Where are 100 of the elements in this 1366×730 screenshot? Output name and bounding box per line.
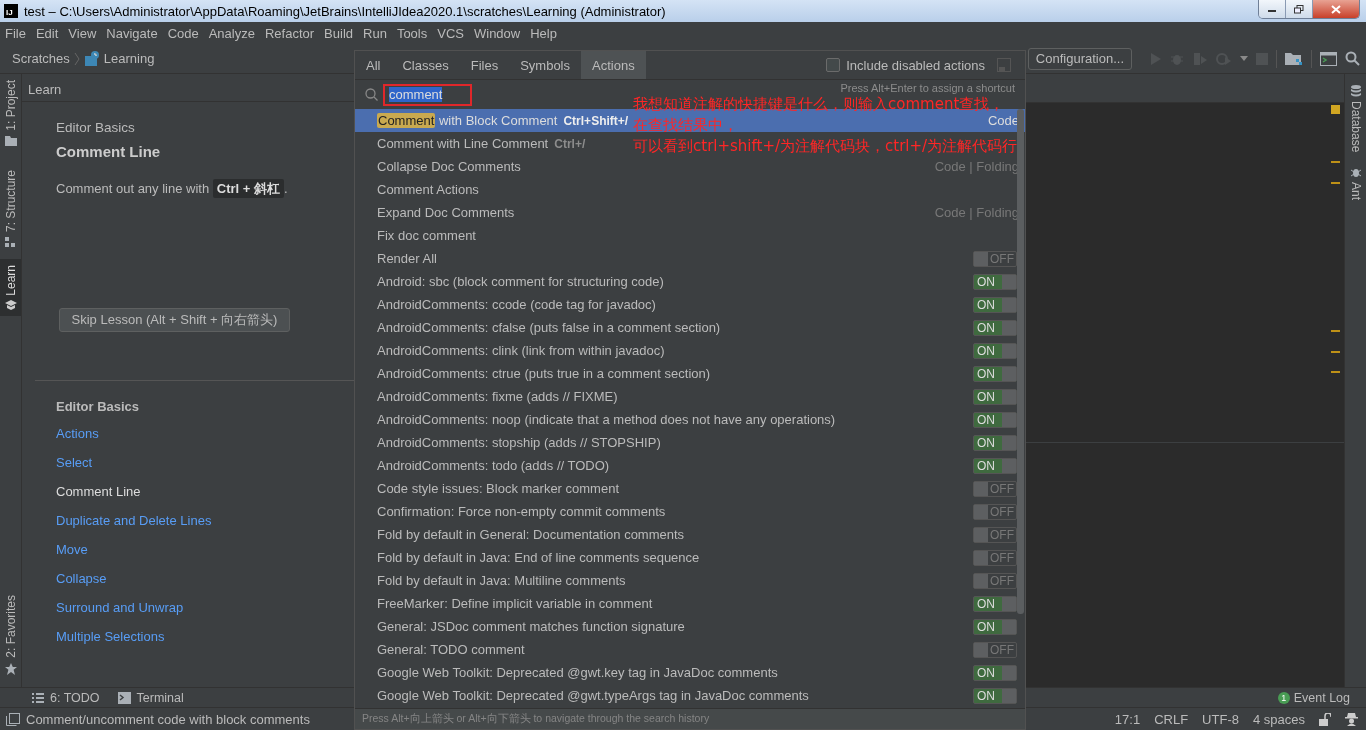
lesson-link[interactable]: Move bbox=[56, 542, 357, 571]
result-item[interactable]: AndroidComments: noop (indicate that a method does not have any operations) bbox=[377, 412, 836, 427]
frame-icon[interactable] bbox=[6, 712, 20, 726]
result-item[interactable]: AndroidComments: stopship (adds // STOPSHIP) bbox=[377, 435, 661, 450]
toggle-switch[interactable]: ON bbox=[973, 595, 1017, 612]
lesson-link[interactable]: Comment Line bbox=[56, 484, 357, 513]
menu-item[interactable]: Refactor bbox=[259, 25, 320, 41]
status-item[interactable]: 4 spaces bbox=[1252, 711, 1305, 727]
menu-item[interactable]: Build bbox=[319, 25, 358, 41]
minimize-button[interactable] bbox=[1259, 0, 1285, 18]
checkbox-label[interactable]: Include disabled actions bbox=[846, 57, 985, 73]
lesson-link[interactable]: Duplicate and Delete Lines bbox=[56, 513, 357, 542]
search-icon bbox=[365, 88, 378, 101]
result-item[interactable]: Fold by default in General: Documentation comments bbox=[377, 527, 685, 542]
toggle-switch[interactable]: ON bbox=[973, 411, 1017, 428]
tool-window-tab[interactable]: Ant bbox=[1348, 166, 1363, 201]
result-item[interactable]: Fix doc comment bbox=[377, 228, 476, 243]
notification-count: 1 bbox=[1277, 691, 1290, 704]
menu-item[interactable]: Run bbox=[358, 25, 392, 41]
menu-item[interactable]: Analyze bbox=[203, 25, 260, 41]
result-item[interactable]: AndroidComments: ctrue (puts true in a comment section) bbox=[377, 366, 711, 381]
lesson-link[interactable]: Select bbox=[56, 455, 357, 484]
run-configuration-dropdown[interactable]: Configuration... bbox=[1027, 47, 1132, 70]
tool-window-tab[interactable]: 7: Structure bbox=[0, 163, 21, 253]
menu-item[interactable]: Edit bbox=[30, 25, 64, 41]
menu-item[interactable]: Help bbox=[525, 25, 562, 41]
result-item[interactable]: General: TODO comment bbox=[377, 642, 525, 657]
annotation-text: 可以看到ctrl+shift+/为注解代码块，ctrl+/为注解代码行 bbox=[633, 138, 1018, 155]
project-structure-icon[interactable] bbox=[1285, 51, 1303, 66]
result-item[interactable]: Comment Actions bbox=[377, 182, 479, 197]
lesson-link[interactable]: Multiple Selections bbox=[56, 629, 357, 658]
tool-window-tab[interactable]: Learn bbox=[0, 258, 21, 317]
toggle-switch[interactable]: ON bbox=[973, 365, 1017, 382]
app-logo: IJ bbox=[4, 4, 18, 18]
tool-window-button[interactable]: Terminal bbox=[136, 690, 184, 705]
menu-item[interactable]: VCS bbox=[432, 25, 469, 41]
terminal-icon[interactable] bbox=[1320, 51, 1337, 66]
status-item[interactable]: 17:1 bbox=[1114, 711, 1141, 727]
result-item[interactable]: AndroidComments: cfalse (puts false in a comment section) bbox=[377, 320, 721, 335]
tool-window-tab[interactable]: 2: Favorites bbox=[0, 589, 21, 681]
breadcrumb[interactable]: Scratches bbox=[12, 51, 70, 66]
scrollbar[interactable] bbox=[1017, 109, 1024, 614]
result-item[interactable]: General: JSDoc comment matches function signature bbox=[377, 619, 685, 634]
result-item[interactable]: Fold by default in Java: End of line comments sequence bbox=[377, 550, 700, 565]
breadcrumb[interactable]: Learning bbox=[103, 51, 155, 66]
error-stripe-mark bbox=[1331, 161, 1340, 163]
tool-window-tab[interactable]: Database bbox=[1348, 84, 1363, 153]
lesson-link[interactable]: Surround and Unwrap bbox=[56, 600, 357, 629]
result-item[interactable]: Android: sbc (block comment for structuring code) bbox=[377, 274, 664, 289]
result-item[interactable]: Fold by default in Java: Multiline comments bbox=[377, 573, 626, 588]
result-item[interactable]: Comment with Line Comment bbox=[377, 136, 549, 151]
result-item[interactable]: FreeMarker: Define implicit variable in comment bbox=[377, 596, 653, 611]
menu-item[interactable]: Navigate bbox=[101, 25, 163, 41]
toggle-switch[interactable]: ON bbox=[973, 273, 1017, 290]
search-tab[interactable]: Classes bbox=[391, 51, 460, 79]
search-tab[interactable]: Symbols bbox=[509, 51, 581, 79]
search-icon[interactable] bbox=[1345, 51, 1360, 66]
toggle-switch[interactable]: ON bbox=[973, 687, 1017, 704]
result-item[interactable]: Expand Doc Comments bbox=[377, 205, 515, 220]
result-item[interactable]: AndroidComments: clink (link from within javadoc) bbox=[377, 343, 665, 358]
menu-item[interactable]: Window bbox=[468, 25, 526, 41]
result-item[interactable]: Google Web Toolkit: Deprecated @gwt.typeArgs tag in JavaDoc comments bbox=[377, 688, 809, 703]
toggle-switch[interactable]: ON bbox=[973, 296, 1017, 313]
lesson-link[interactable]: Actions bbox=[56, 426, 357, 455]
toggle-switch[interactable]: ON bbox=[973, 434, 1017, 451]
result-item[interactable]: Code style issues: Block marker comment bbox=[377, 481, 620, 496]
toggle-switch[interactable]: ON bbox=[973, 388, 1017, 405]
toggle-switch[interactable]: ON bbox=[973, 664, 1017, 681]
toggle-switch[interactable]: ON bbox=[973, 319, 1017, 336]
toggle-switch[interactable]: ON bbox=[973, 342, 1017, 359]
caret-icon[interactable] bbox=[1240, 56, 1248, 61]
toggle-switch[interactable]: ON bbox=[973, 457, 1017, 474]
result-item[interactable]: Collapse Doc Comments bbox=[377, 159, 521, 174]
status-item[interactable]: UTF-8 bbox=[1202, 711, 1239, 727]
checkbox[interactable] bbox=[826, 58, 841, 72]
tool-window-tab[interactable]: 1: Project bbox=[0, 74, 21, 152]
inspector-icon[interactable] bbox=[1345, 712, 1358, 726]
close-button[interactable] bbox=[1312, 0, 1359, 18]
menu-item[interactable]: Tools bbox=[391, 25, 433, 41]
result-item[interactable]: Render All bbox=[377, 251, 437, 266]
toggle-switch[interactable]: ON bbox=[973, 618, 1017, 635]
search-tab[interactable]: Files bbox=[459, 51, 510, 79]
menu-item[interactable]: View bbox=[63, 25, 102, 41]
status-item[interactable]: CRLF bbox=[1154, 711, 1189, 727]
search-tab[interactable]: All bbox=[355, 51, 392, 79]
inspection-status-icon bbox=[1331, 105, 1340, 114]
tool-window-button[interactable]: 6: TODO bbox=[50, 690, 100, 705]
result-item[interactable]: Google Web Toolkit: Deprecated @gwt.key tag in JavaDoc comments bbox=[377, 665, 778, 680]
result-item[interactable]: AndroidComments: todo (adds // TODO) bbox=[377, 458, 610, 473]
result-item[interactable]: AndroidComments: fixme (adds // FIXME) bbox=[377, 389, 618, 404]
event-log-button[interactable]: Event Log bbox=[1293, 690, 1350, 705]
menu-item[interactable]: File bbox=[0, 25, 31, 41]
result-item[interactable]: AndroidComments: ccode (code tag for javadoc) bbox=[377, 297, 656, 312]
restore-button[interactable] bbox=[1285, 0, 1312, 18]
lock-icon[interactable] bbox=[1319, 712, 1331, 726]
result-item[interactable]: Confirmation: Force non-empty commit comments bbox=[377, 504, 666, 519]
lesson-link[interactable]: Collapse bbox=[56, 571, 357, 600]
search-tab[interactable]: Actions bbox=[581, 51, 646, 79]
skip-lesson-button[interactable]: Skip Lesson (Alt + Shift + 向右箭头) bbox=[59, 308, 290, 332]
menu-item[interactable]: Code bbox=[162, 25, 204, 41]
